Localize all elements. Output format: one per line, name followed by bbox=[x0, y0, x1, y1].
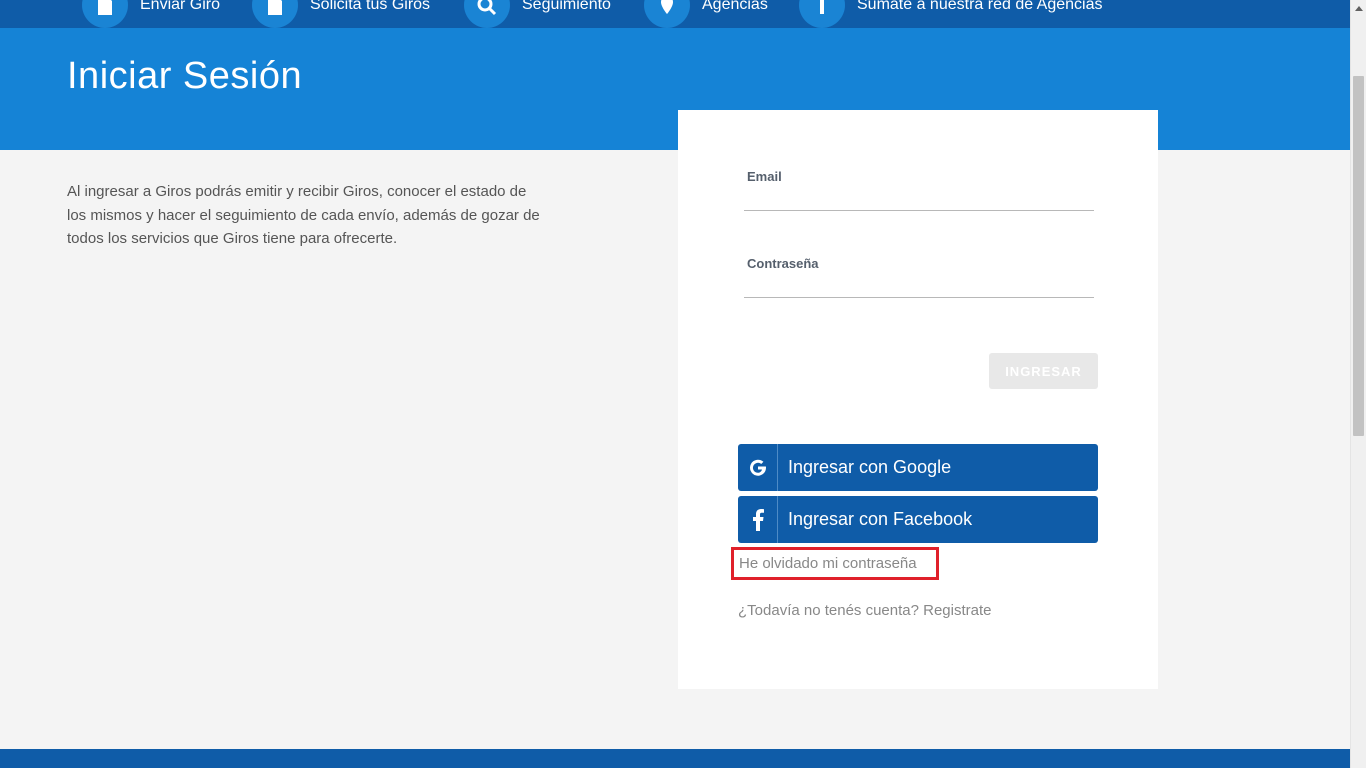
nav-item-solicita-giros[interactable]: Solicita tus Giros bbox=[252, 0, 430, 28]
password-field[interactable] bbox=[744, 268, 1094, 298]
footer-bar bbox=[0, 749, 1350, 768]
email-field[interactable] bbox=[744, 181, 1094, 211]
scroll-up-arrow-icon[interactable] bbox=[1351, 0, 1366, 17]
nav-item-label: Seguimiento bbox=[522, 0, 611, 13]
facebook-icon bbox=[738, 496, 778, 543]
google-icon bbox=[738, 444, 778, 491]
nav-item-enviar-giro[interactable]: Enviar Giro bbox=[82, 0, 220, 28]
nav-item-label: Sumate a nuestra red de Agencias bbox=[857, 0, 1103, 13]
search-icon bbox=[464, 0, 510, 28]
facebook-login-label: Ingresar con Facebook bbox=[788, 509, 973, 529]
nav-item-label: Solicita tus Giros bbox=[310, 0, 431, 13]
scroll-thumb[interactable] bbox=[1353, 76, 1364, 436]
nav-item-sumate[interactable]: Sumate a nuestra red de Agencias bbox=[799, 0, 1103, 28]
nav-item-seguimiento[interactable]: Seguimiento bbox=[464, 0, 611, 28]
facebook-login-button[interactable]: Ingresar con Facebook bbox=[738, 496, 1098, 543]
login-card: Email Contraseña INGRESAR Ingresar con G… bbox=[678, 110, 1158, 689]
page-title: Iniciar Sesión bbox=[67, 55, 303, 97]
login-submit-button[interactable]: INGRESAR bbox=[989, 353, 1098, 389]
nav-item-label: Enviar Giro bbox=[140, 0, 221, 13]
intro-text: Al ingresar a Giros podrás emitir y reci… bbox=[67, 183, 540, 247]
info-icon bbox=[799, 0, 845, 28]
google-login-label: Ingresar con Google bbox=[788, 457, 952, 477]
top-navigation: Enviar Giro Solicita tus Giros Seguimien… bbox=[0, 0, 1350, 28]
vertical-scrollbar[interactable] bbox=[1350, 0, 1366, 768]
google-login-button[interactable]: Ingresar con Google bbox=[738, 444, 1098, 491]
register-link[interactable]: ¿Todavía no tenés cuenta? Registrate bbox=[738, 602, 992, 619]
nav-item-label: Agencias bbox=[702, 0, 768, 13]
map-pin-icon bbox=[644, 0, 690, 28]
nav-item-agencias[interactable]: Agencias bbox=[644, 0, 768, 28]
document-icon bbox=[252, 0, 298, 28]
document-icon bbox=[82, 0, 128, 28]
forgot-password-link[interactable]: He olvidado mi contraseña bbox=[731, 547, 939, 580]
